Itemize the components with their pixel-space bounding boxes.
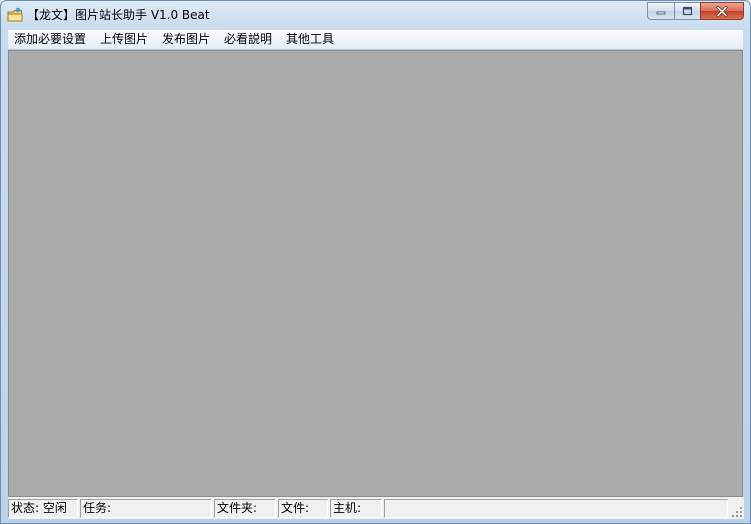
menu-publish-images[interactable]: 发布图片 (156, 30, 216, 49)
menu-bar: 添加必要设置 上传图片 发布图片 必看説明 其他工具 (8, 30, 743, 50)
mdi-client-area[interactable] (8, 50, 743, 497)
close-button[interactable] (700, 2, 744, 20)
caption-buttons (647, 2, 744, 21)
window-title: 【龙文】图片站长助手 V1.0 Beat (27, 8, 210, 22)
status-file: 文件: (278, 499, 328, 518)
status-folder: 文件夹: (214, 499, 276, 518)
maximize-button[interactable] (674, 2, 700, 20)
menu-other-tools[interactable]: 其他工具 (280, 30, 340, 49)
minimize-icon (656, 11, 666, 15)
status-bar: 状态: 空闲 任务: 文件夹: 文件: 主机: (8, 497, 744, 519)
maximize-icon (682, 6, 693, 16)
status-state: 状态: 空闲 (8, 499, 78, 518)
status-task: 任务: (80, 499, 212, 518)
menu-add-settings[interactable]: 添加必要设置 (8, 30, 92, 49)
title-bar[interactable]: 【龙文】图片站长助手 V1.0 Beat (1, 1, 750, 29)
close-icon (716, 5, 728, 17)
app-window: 【龙文】图片站长助手 V1.0 Beat 添加必要设置 上传图片 发布图片 必看… (0, 0, 751, 524)
status-extra (384, 499, 728, 518)
resize-grip-icon[interactable] (731, 506, 743, 518)
menu-must-read[interactable]: 必看説明 (218, 30, 278, 49)
folder-app-icon (7, 7, 23, 22)
menu-upload-images[interactable]: 上传图片 (94, 30, 154, 49)
status-host: 主机: (330, 499, 382, 518)
minimize-button[interactable] (647, 2, 674, 20)
